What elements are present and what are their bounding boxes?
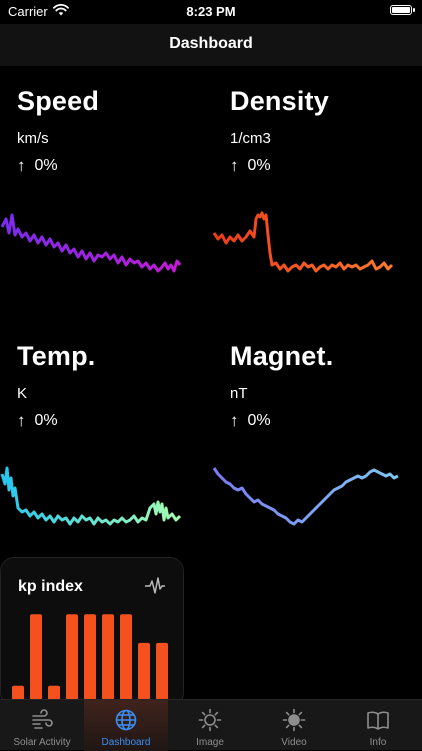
kp-bar [48, 685, 60, 700]
metric-title: Speed [17, 86, 100, 116]
metric-unit: km/s [17, 130, 49, 147]
kp-bar [84, 614, 96, 700]
kp-index-chart [12, 614, 168, 700]
metric-change: ↑ 0% [230, 156, 271, 176]
metric-change-value: 0% [34, 412, 58, 429]
arrow-up-icon: ↑ [230, 156, 239, 175]
metric-change: ↑ 0% [230, 411, 271, 431]
kp-index-card[interactable]: kp index [0, 557, 184, 707]
temperature-sparkline [0, 466, 182, 526]
kp-bar [120, 614, 132, 700]
kp-bar [66, 614, 78, 700]
metric-change: ↑ 0% [17, 156, 58, 176]
clock: 8:23 PM [186, 4, 236, 19]
book-icon [367, 711, 389, 730]
page-title: Dashboard [169, 35, 253, 52]
kp-bar [138, 642, 150, 700]
tab-label: Info [369, 737, 387, 748]
tab-label: Image [196, 737, 224, 748]
tab-bar: Solar Activity Dashboard Image Video Inf… [0, 699, 422, 751]
kp-bar [102, 614, 114, 700]
metric-change-value: 0% [247, 412, 271, 429]
kp-bar [30, 614, 42, 700]
sun-filled-icon [282, 708, 306, 732]
arrow-up-icon: ↑ [17, 156, 26, 175]
tab-label: Video [281, 737, 307, 748]
arrow-up-icon: ↑ [17, 411, 26, 430]
battery-icon [390, 5, 415, 15]
sun-icon [198, 708, 222, 732]
metric-title: Temp. [17, 341, 96, 371]
arrow-up-icon: ↑ [230, 411, 239, 430]
metric-change-value: 0% [34, 157, 58, 174]
kp-bar [12, 685, 24, 700]
navigation-bar: Dashboard [0, 24, 422, 66]
speed-sparkline [0, 213, 182, 273]
wind-icon [32, 709, 53, 729]
globe-icon [115, 709, 137, 731]
metric-unit: K [17, 385, 28, 402]
status-bar: Carrier 8:23 PM [0, 0, 422, 24]
metric-unit: nT [230, 385, 248, 402]
metric-title: Density [230, 86, 329, 116]
metric-change-value: 0% [247, 157, 271, 174]
tab-video[interactable]: Video [252, 700, 336, 751]
density-sparkline [212, 211, 394, 273]
tab-dashboard[interactable]: Dashboard [84, 700, 168, 751]
tab-image[interactable]: Image [168, 700, 252, 751]
kp-bar [156, 642, 168, 700]
tab-label: Dashboard [101, 737, 151, 748]
metric-unit: 1/cm3 [230, 130, 271, 147]
tab-info[interactable]: Info [336, 700, 420, 751]
metric-title: Magnet. [230, 341, 334, 371]
metric-change: ↑ 0% [17, 411, 58, 431]
magnetic-field-sparkline [212, 467, 399, 526]
tab-solar-activity[interactable]: Solar Activity [0, 700, 84, 751]
tab-label: Solar Activity [13, 737, 71, 748]
